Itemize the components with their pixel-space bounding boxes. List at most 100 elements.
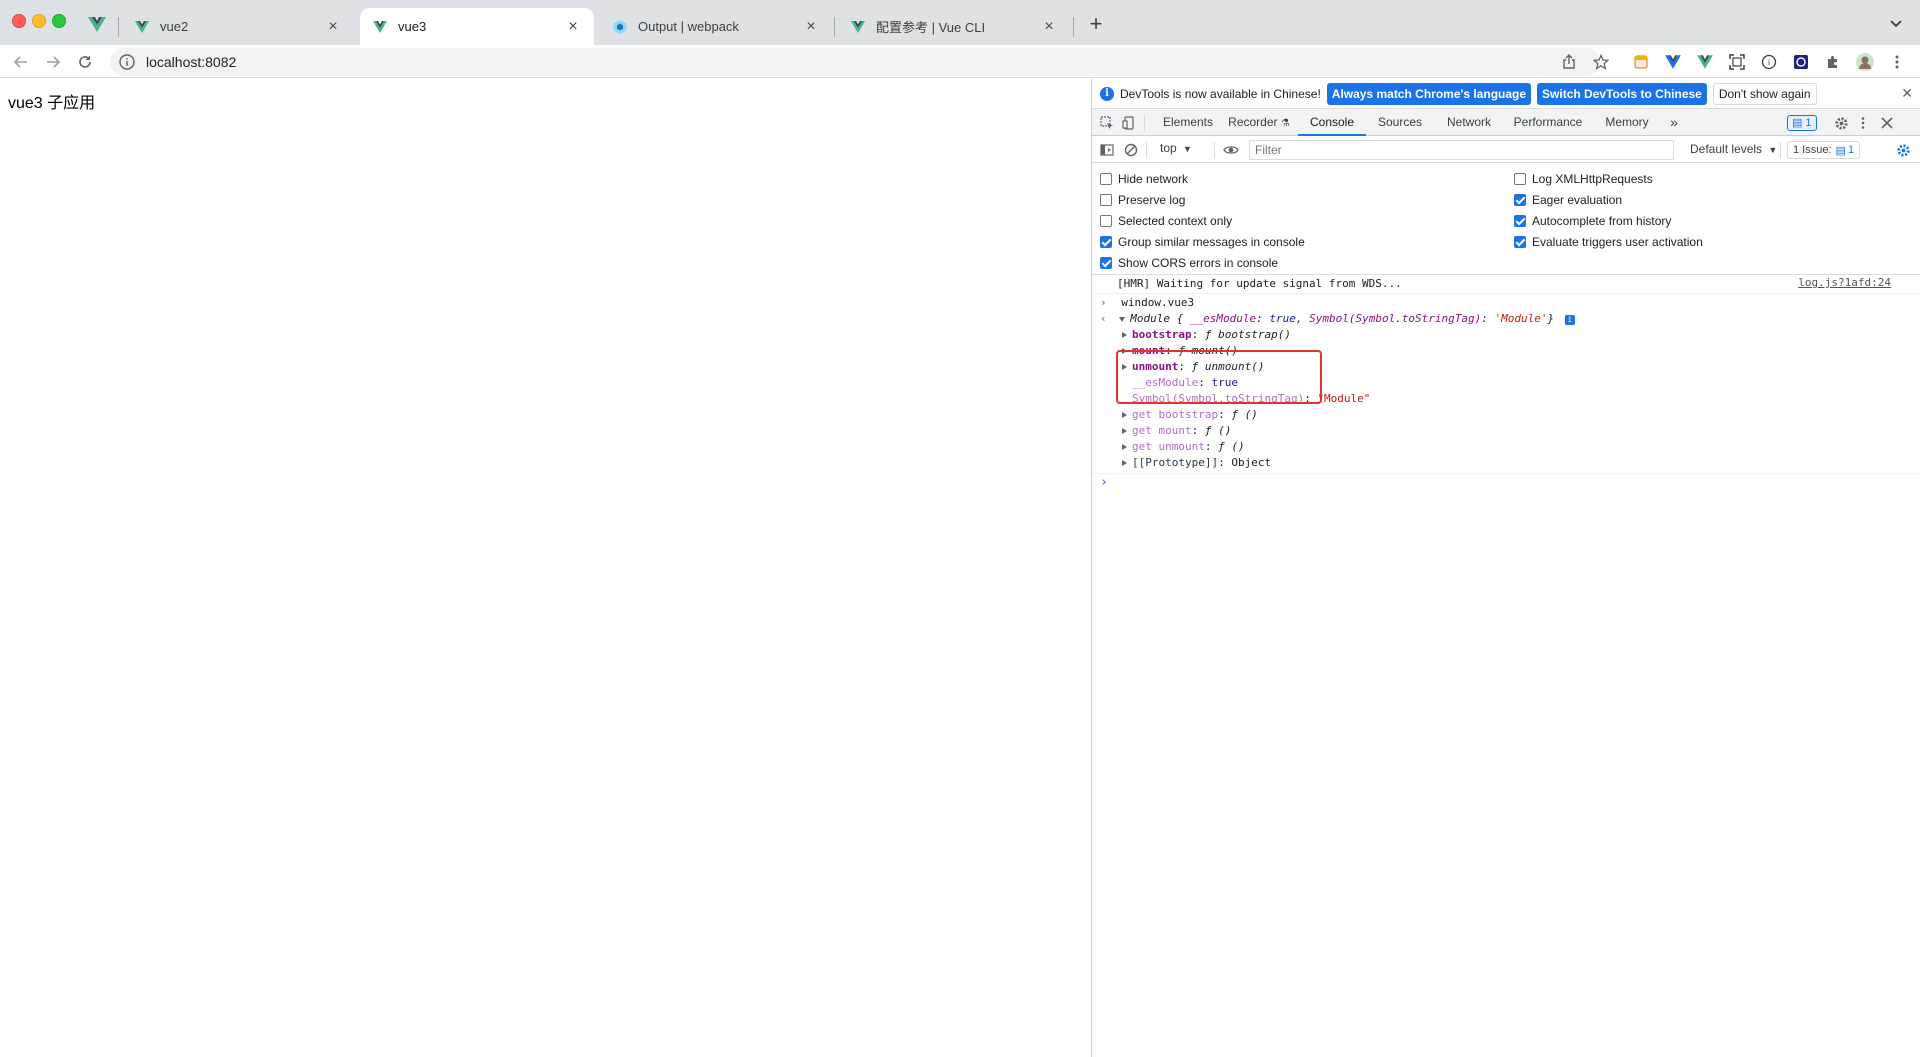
getter-value: ƒ () (1218, 440, 1245, 453)
new-tab-button[interactable]: + (1085, 13, 1107, 36)
screenshot-icon[interactable] (1726, 51, 1748, 73)
close-tab-icon[interactable]: × (564, 18, 582, 36)
reload-button[interactable] (72, 49, 98, 75)
tab-sources[interactable]: Sources (1366, 109, 1434, 136)
expand-triangle-icon[interactable] (1119, 316, 1126, 322)
option-autocomplete-history[interactable]: Autocomplete from history (1514, 213, 1671, 229)
getter-mount[interactable]: get mount: ƒ () (1122, 423, 1231, 439)
checkbox[interactable] (1514, 173, 1526, 185)
getter-value: ƒ () (1231, 408, 1258, 421)
expand-triangle-icon[interactable] (1122, 332, 1127, 338)
summary-key: __esModule (1189, 312, 1257, 325)
vue-logo-icon (88, 17, 106, 32)
tab-memory[interactable]: Memory (1592, 109, 1662, 136)
device-toolbar-icon[interactable] (1120, 114, 1138, 132)
extension-circle-icon[interactable]: i (1758, 51, 1780, 73)
expand-triangle-icon[interactable] (1122, 444, 1127, 450)
checkbox-checked[interactable] (1100, 257, 1112, 269)
checkbox[interactable] (1100, 215, 1112, 227)
context-selector[interactable]: top ▼ (1160, 141, 1192, 155)
tab-network[interactable]: Network (1434, 109, 1504, 136)
prop-bootstrap[interactable]: bootstrap: ƒ bootstrap() (1122, 327, 1291, 343)
extensions-puzzle-icon[interactable] (1822, 51, 1844, 73)
log-levels-dropdown[interactable]: Default levels ▼ (1690, 142, 1777, 156)
url-text[interactable]: localhost:8082 (146, 54, 236, 70)
expand-triangle-icon[interactable] (1122, 428, 1127, 434)
tab-elements[interactable]: Elements (1154, 109, 1222, 136)
tab-recorder[interactable]: Recorder ⚗ (1222, 109, 1296, 136)
console-filter-input[interactable] (1249, 140, 1674, 160)
address-bar[interactable]: localhost:8082 (110, 48, 1600, 76)
option-label: Preserve log (1118, 193, 1186, 207)
tab-performance[interactable]: Performance (1504, 109, 1592, 136)
summary-value: 'Module' (1494, 312, 1548, 325)
profile-avatar-icon[interactable] (1854, 51, 1876, 73)
vue-devtools-icon[interactable] (1662, 51, 1684, 73)
maximize-window-button[interactable] (52, 14, 66, 28)
checkbox[interactable] (1100, 194, 1112, 206)
getter-unmount[interactable]: get unmount: ƒ () (1122, 439, 1245, 455)
console-source-link[interactable]: log.js?1afd:24 (1798, 276, 1891, 289)
close-tab-icon[interactable]: × (1040, 18, 1058, 36)
tab-console[interactable]: Console (1298, 109, 1366, 136)
inspect-element-icon[interactable] (1098, 114, 1116, 132)
tab-webpack-output[interactable]: Output | webpack × (600, 8, 832, 45)
checkbox-checked[interactable] (1514, 215, 1526, 227)
bookmark-star-icon[interactable] (1590, 51, 1612, 73)
tab-vue3[interactable]: vue3 × (360, 8, 594, 45)
messages-badge[interactable]: ▤ 1 (1787, 115, 1817, 131)
issues-button[interactable]: 1 Issue: ▤ 1 (1787, 141, 1861, 159)
checkbox-checked[interactable] (1100, 236, 1112, 248)
option-log-xmlhttprequests[interactable]: Log XMLHttpRequests (1514, 171, 1653, 187)
messages-count: 1 (1805, 117, 1812, 129)
live-expression-eye-icon[interactable] (1222, 141, 1240, 159)
console-prompt[interactable]: › (1100, 475, 1108, 491)
close-tab-icon[interactable]: × (324, 18, 342, 36)
minimize-window-button[interactable] (32, 14, 46, 28)
prop-key: bootstrap (1132, 328, 1192, 341)
getter-bootstrap[interactable]: get bootstrap: ƒ () (1122, 407, 1258, 423)
vue-devtools-icon-2[interactable] (1694, 51, 1716, 73)
expand-triangle-icon[interactable] (1122, 460, 1127, 466)
expand-triangle-icon[interactable] (1122, 412, 1127, 418)
dont-show-again-button[interactable]: Don't show again (1712, 82, 1817, 105)
close-window-button[interactable] (12, 14, 26, 28)
option-evaluate-triggers-activation[interactable]: Evaluate triggers user activation (1514, 234, 1703, 250)
checkbox-checked[interactable] (1514, 236, 1526, 248)
option-hide-network[interactable]: Hide network (1100, 171, 1188, 187)
more-tabs-icon[interactable]: » (1662, 109, 1686, 136)
console-result-summary[interactable]: ‹ Module { __esModule: true, Symbol(Symb… (1100, 311, 1575, 327)
extension-notes-icon[interactable] (1630, 51, 1652, 73)
option-show-cors-errors[interactable]: Show CORS errors in console (1100, 255, 1278, 271)
close-infobar-icon[interactable]: ✕ (1901, 86, 1913, 100)
option-selected-context-only[interactable]: Selected context only (1100, 213, 1232, 229)
extension-shield-icon[interactable] (1790, 51, 1812, 73)
devtools-menu-icon[interactable] (1854, 114, 1872, 132)
checkbox-checked[interactable] (1514, 194, 1526, 206)
close-devtools-icon[interactable] (1878, 114, 1896, 132)
issue-message-icon: ▤ (1835, 144, 1846, 157)
info-badge-icon[interactable]: i (1564, 315, 1575, 325)
settings-gear-icon[interactable] (1832, 114, 1850, 132)
browser-menu-icon[interactable] (1886, 51, 1908, 73)
console-settings-gear-icon[interactable] (1894, 141, 1912, 159)
tab-strip: vue2 × vue3 × Output | webpack × 配置参考 | … (0, 0, 1920, 45)
back-button[interactable] (8, 49, 34, 75)
forward-button[interactable] (40, 49, 66, 75)
tab-vue2[interactable]: vue2 × (122, 8, 354, 45)
pinned-tab-vue[interactable] (86, 13, 108, 35)
switch-to-chinese-button[interactable]: Switch DevTools to Chinese (1537, 82, 1707, 105)
close-tab-icon[interactable]: × (802, 18, 820, 36)
site-info-icon[interactable] (118, 53, 136, 71)
option-group-similar[interactable]: Group similar messages in console (1100, 234, 1305, 250)
tab-search-button[interactable] (1886, 14, 1906, 34)
checkbox[interactable] (1100, 173, 1112, 185)
option-eager-evaluation[interactable]: Eager evaluation (1514, 192, 1622, 208)
sidebar-toggle-icon[interactable] (1098, 141, 1116, 159)
clear-console-icon[interactable] (1122, 141, 1140, 159)
prop-prototype[interactable]: [[Prototype]]: Object (1122, 455, 1271, 471)
share-icon[interactable] (1558, 51, 1580, 73)
tab-vue-cli-config[interactable]: 配置参考 | Vue CLI × (838, 8, 1070, 45)
always-match-language-button[interactable]: Always match Chrome's language (1326, 82, 1532, 105)
option-preserve-log[interactable]: Preserve log (1100, 192, 1185, 208)
